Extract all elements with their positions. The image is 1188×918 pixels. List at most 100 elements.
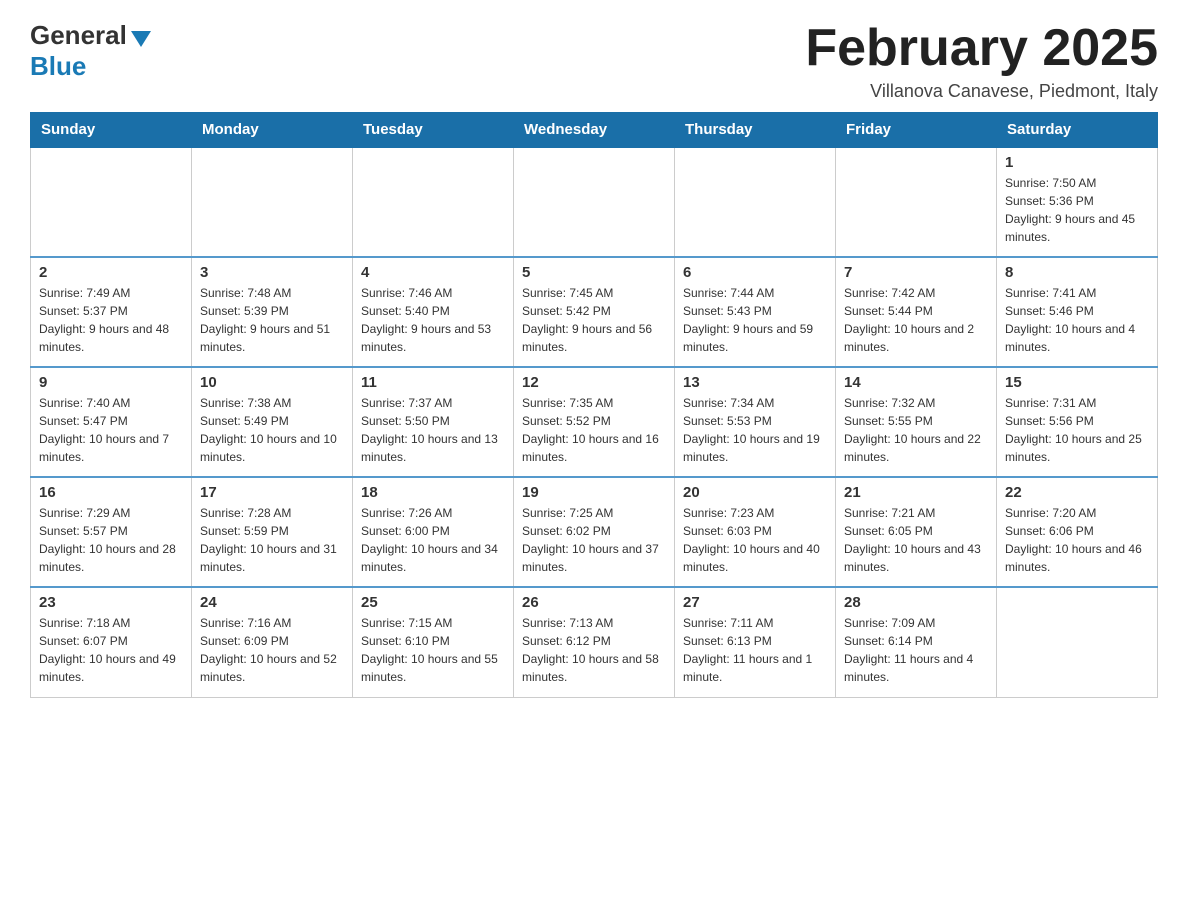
day-number: 7 (844, 264, 988, 281)
day-info: Sunrise: 7:11 AMSunset: 6:13 PMDaylight:… (683, 614, 827, 686)
day-number: 16 (39, 484, 183, 501)
calendar-cell: 4 Sunrise: 7:46 AMSunset: 5:40 PMDaylight… (353, 257, 514, 367)
calendar-cell: 9 Sunrise: 7:40 AMSunset: 5:47 PMDaylight… (31, 367, 192, 477)
day-info: Sunrise: 7:13 AMSunset: 6:12 PMDaylight:… (522, 614, 666, 686)
calendar-cell: 19 Sunrise: 7:25 AMSunset: 6:02 PMDayligh… (514, 477, 675, 587)
day-info: Sunrise: 7:46 AMSunset: 5:40 PMDaylight:… (361, 284, 505, 356)
day-number: 1 (1005, 154, 1149, 171)
day-number: 27 (683, 594, 827, 611)
calendar-cell (353, 147, 514, 257)
calendar-cell: 28 Sunrise: 7:09 AMSunset: 6:14 PMDayligh… (836, 587, 997, 697)
day-info: Sunrise: 7:38 AMSunset: 5:49 PMDaylight:… (200, 394, 344, 466)
day-info: Sunrise: 7:48 AMSunset: 5:39 PMDaylight:… (200, 284, 344, 356)
day-info: Sunrise: 7:40 AMSunset: 5:47 PMDaylight:… (39, 394, 183, 466)
day-number: 12 (522, 374, 666, 391)
calendar-cell: 1 Sunrise: 7:50 AMSunset: 5:36 PMDaylight… (997, 147, 1158, 257)
day-number: 3 (200, 264, 344, 281)
calendar-cell: 5 Sunrise: 7:45 AMSunset: 5:42 PMDaylight… (514, 257, 675, 367)
calendar-cell (31, 147, 192, 257)
calendar-cell: 13 Sunrise: 7:34 AMSunset: 5:53 PMDayligh… (675, 367, 836, 477)
day-number: 9 (39, 374, 183, 391)
day-info: Sunrise: 7:29 AMSunset: 5:57 PMDaylight:… (39, 504, 183, 576)
header-friday: Friday (836, 113, 997, 148)
day-info: Sunrise: 7:26 AMSunset: 6:00 PMDaylight:… (361, 504, 505, 576)
calendar-cell (836, 147, 997, 257)
day-number: 15 (1005, 374, 1149, 391)
calendar-cell: 7 Sunrise: 7:42 AMSunset: 5:44 PMDaylight… (836, 257, 997, 367)
calendar-cell: 15 Sunrise: 7:31 AMSunset: 5:56 PMDayligh… (997, 367, 1158, 477)
title-block: February 2025 Villanova Canavese, Piedmo… (805, 20, 1158, 102)
day-info: Sunrise: 7:34 AMSunset: 5:53 PMDaylight:… (683, 394, 827, 466)
day-number: 10 (200, 374, 344, 391)
logo: General Blue (30, 20, 151, 82)
day-info: Sunrise: 7:16 AMSunset: 6:09 PMDaylight:… (200, 614, 344, 686)
day-number: 8 (1005, 264, 1149, 281)
calendar-cell: 6 Sunrise: 7:44 AMSunset: 5:43 PMDaylight… (675, 257, 836, 367)
day-number: 25 (361, 594, 505, 611)
header-monday: Monday (192, 113, 353, 148)
calendar-cell: 27 Sunrise: 7:11 AMSunset: 6:13 PMDayligh… (675, 587, 836, 697)
day-info: Sunrise: 7:15 AMSunset: 6:10 PMDaylight:… (361, 614, 505, 686)
day-info: Sunrise: 7:32 AMSunset: 5:55 PMDaylight:… (844, 394, 988, 466)
calendar-cell: 25 Sunrise: 7:15 AMSunset: 6:10 PMDayligh… (353, 587, 514, 697)
day-info: Sunrise: 7:31 AMSunset: 5:56 PMDaylight:… (1005, 394, 1149, 466)
calendar-cell: 23Sunrise: 7:18 AMSunset: 6:07 PMDayligh… (31, 587, 192, 697)
day-info: Sunrise: 7:35 AMSunset: 5:52 PMDaylight:… (522, 394, 666, 466)
day-info: Sunrise: 7:45 AMSunset: 5:42 PMDaylight:… (522, 284, 666, 356)
day-info: Sunrise: 7:28 AMSunset: 5:59 PMDaylight:… (200, 504, 344, 576)
calendar-title: February 2025 (805, 20, 1158, 77)
calendar-cell: 24 Sunrise: 7:16 AMSunset: 6:09 PMDayligh… (192, 587, 353, 697)
calendar-cell: 11Sunrise: 7:37 AMSunset: 5:50 PMDayligh… (353, 367, 514, 477)
day-number: 22 (1005, 484, 1149, 501)
header-thursday: Thursday (675, 113, 836, 148)
day-number: 6 (683, 264, 827, 281)
day-number: 24 (200, 594, 344, 611)
calendar-cell (514, 147, 675, 257)
day-info: Sunrise: 7:25 AMSunset: 6:02 PMDaylight:… (522, 504, 666, 576)
header-wednesday: Wednesday (514, 113, 675, 148)
calendar-cell: 2 Sunrise: 7:49 AMSunset: 5:37 PMDaylight… (31, 257, 192, 367)
calendar-cell: 20 Sunrise: 7:23 AMSunset: 6:03 PMDayligh… (675, 477, 836, 587)
day-info: Sunrise: 7:23 AMSunset: 6:03 PMDaylight:… (683, 504, 827, 576)
calendar-cell: 16 Sunrise: 7:29 AMSunset: 5:57 PMDayligh… (31, 477, 192, 587)
day-number: 17 (200, 484, 344, 501)
calendar-week-4: 16 Sunrise: 7:29 AMSunset: 5:57 PMDayligh… (31, 477, 1158, 587)
day-info: Sunrise: 7:44 AMSunset: 5:43 PMDaylight:… (683, 284, 827, 356)
day-number: 13 (683, 374, 827, 391)
day-info: Sunrise: 7:18 AMSunset: 6:07 PMDaylight:… (39, 614, 183, 686)
page-header: General Blue February 2025 Villanova Can… (30, 20, 1158, 102)
calendar-subtitle: Villanova Canavese, Piedmont, Italy (805, 81, 1158, 102)
day-info: Sunrise: 7:42 AMSunset: 5:44 PMDaylight:… (844, 284, 988, 356)
calendar-week-3: 9 Sunrise: 7:40 AMSunset: 5:47 PMDaylight… (31, 367, 1158, 477)
day-number: 2 (39, 264, 183, 281)
day-info: Sunrise: 7:21 AMSunset: 6:05 PMDaylight:… (844, 504, 988, 576)
calendar-week-2: 2 Sunrise: 7:49 AMSunset: 5:37 PMDaylight… (31, 257, 1158, 367)
day-info: Sunrise: 7:09 AMSunset: 6:14 PMDaylight:… (844, 614, 988, 686)
logo-general: General (30, 20, 127, 51)
day-info: Sunrise: 7:20 AMSunset: 6:06 PMDaylight:… (1005, 504, 1149, 576)
day-number: 20 (683, 484, 827, 501)
day-number: 5 (522, 264, 666, 281)
header-sunday: Sunday (31, 113, 192, 148)
calendar-cell (675, 147, 836, 257)
day-number: 11 (361, 374, 505, 391)
calendar-cell: 21 Sunrise: 7:21 AMSunset: 6:05 PMDayligh… (836, 477, 997, 587)
calendar-table: Sunday Monday Tuesday Wednesday Thursday… (30, 112, 1158, 698)
calendar-cell: 10 Sunrise: 7:38 AMSunset: 5:49 PMDayligh… (192, 367, 353, 477)
day-number: 28 (844, 594, 988, 611)
logo-blue: Blue (30, 51, 86, 81)
calendar-cell: 26Sunrise: 7:13 AMSunset: 6:12 PMDayligh… (514, 587, 675, 697)
calendar-cell: 22 Sunrise: 7:20 AMSunset: 6:06 PMDayligh… (997, 477, 1158, 587)
day-number: 19 (522, 484, 666, 501)
header-saturday: Saturday (997, 113, 1158, 148)
calendar-week-5: 23Sunrise: 7:18 AMSunset: 6:07 PMDayligh… (31, 587, 1158, 697)
calendar-cell: 17 Sunrise: 7:28 AMSunset: 5:59 PMDayligh… (192, 477, 353, 587)
day-info: Sunrise: 7:50 AMSunset: 5:36 PMDaylight:… (1005, 174, 1149, 246)
day-info: Sunrise: 7:41 AMSunset: 5:46 PMDaylight:… (1005, 284, 1149, 356)
day-number: 18 (361, 484, 505, 501)
day-info: Sunrise: 7:49 AMSunset: 5:37 PMDaylight:… (39, 284, 183, 356)
calendar-cell (192, 147, 353, 257)
day-number: 4 (361, 264, 505, 281)
calendar-cell: 18 Sunrise: 7:26 AMSunset: 6:00 PMDayligh… (353, 477, 514, 587)
day-number: 21 (844, 484, 988, 501)
